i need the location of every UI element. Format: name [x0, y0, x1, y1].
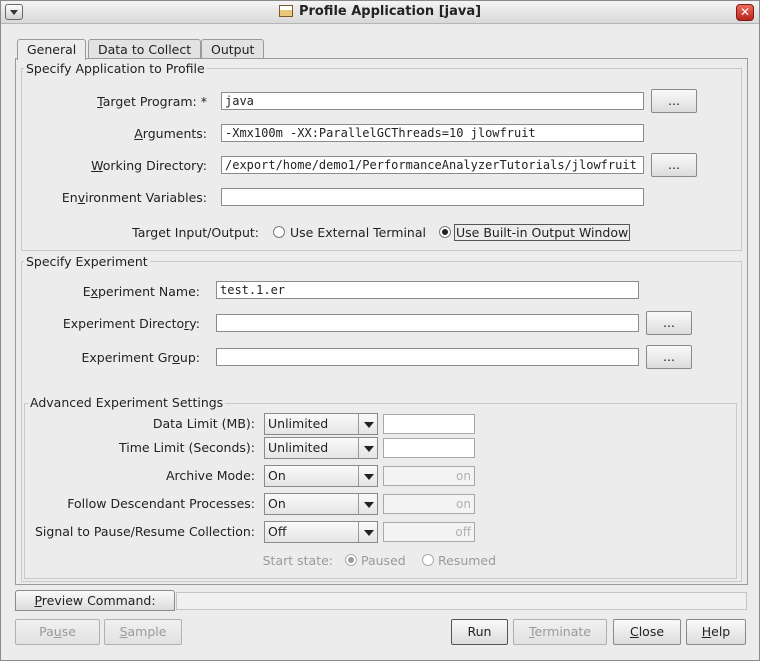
experiment-directory-input[interactable]: [216, 314, 639, 332]
tab-data-to-collect[interactable]: Data to Collect: [88, 39, 202, 59]
experiment-group-title: Specify Experiment: [24, 254, 150, 269]
browse-experiment-group-button[interactable]: ...: [646, 345, 692, 369]
working-directory-input[interactable]: /export/home/demo1/PerformanceAnalyzerTu…: [221, 156, 644, 174]
experiment-group-input[interactable]: [216, 348, 639, 366]
start-resumed-label: Resumed: [438, 553, 497, 568]
browse-working-directory-button[interactable]: ...: [651, 153, 697, 177]
environment-variables-label: Environment Variables:: [61, 190, 207, 205]
window-title: Profile Application [java]: [1, 4, 759, 19]
start-state-label: Start state:: [262, 553, 333, 568]
follow-descendants-input: on: [383, 494, 475, 514]
time-limit-select[interactable]: Unlimited: [264, 437, 378, 459]
use-builtin-output-window-label[interactable]: Use Built-in Output Window: [454, 224, 631, 241]
advanced-settings-title: Advanced Experiment Settings: [28, 395, 226, 410]
experiment-directory-label: Experiment Directory:: [62, 316, 200, 331]
experiment-name-input[interactable]: test.1.er: [216, 281, 639, 299]
environment-variables-input[interactable]: [221, 188, 644, 206]
arguments-input[interactable]: -Xmx100m -XX:ParallelGCThreads=10 jlowfr…: [221, 124, 644, 142]
browse-target-program-button[interactable]: ...: [651, 89, 697, 113]
time-limit-label: Time Limit (Seconds):: [118, 440, 255, 455]
application-group-title: Specify Application to Profile: [24, 61, 207, 76]
tab-output[interactable]: Output: [201, 39, 265, 59]
start-paused-radio: [345, 554, 357, 566]
use-external-terminal-label[interactable]: Use External Terminal: [290, 225, 426, 240]
working-directory-label: Working Directory:: [91, 158, 207, 173]
follow-descendants-label: Follow Descendant Processes:: [67, 496, 255, 511]
signal-pause-resume-label: Signal to Pause/Resume Collection:: [35, 524, 255, 539]
archive-mode-label: Archive Mode:: [165, 468, 255, 483]
follow-descendants-value: On: [268, 496, 286, 511]
time-limit-input[interactable]: [383, 438, 475, 458]
preview-command-button[interactable]: Preview Command:: [15, 590, 175, 611]
use-external-terminal-radio[interactable]: [273, 226, 285, 238]
start-paused-label: Paused: [361, 553, 406, 568]
data-limit-value: Unlimited: [268, 416, 329, 431]
data-limit-input[interactable]: [383, 414, 475, 434]
close-window-icon[interactable]: ✕: [736, 4, 754, 21]
application-icon: [278, 5, 293, 17]
signal-pause-resume-value: Off: [268, 524, 287, 539]
profile-application-dialog: Profile Application [java] ✕ General Dat…: [0, 0, 760, 661]
experiment-group-label: Experiment Group:: [81, 350, 200, 365]
window-title-text: Profile Application [java]: [298, 4, 482, 19]
tab-general[interactable]: General: [17, 39, 87, 60]
start-resumed-radio: [422, 554, 434, 566]
pause-button[interactable]: Pause: [15, 619, 100, 645]
data-limit-select[interactable]: Unlimited: [264, 413, 378, 435]
chevron-down-icon: [358, 414, 377, 434]
terminate-button[interactable]: Terminate: [513, 619, 607, 645]
close-button[interactable]: Close: [613, 619, 681, 645]
target-io-label: Target Input/Output:: [132, 225, 259, 240]
experiment-name-label: Experiment Name:: [82, 284, 200, 299]
run-button[interactable]: Run: [451, 619, 508, 645]
sample-button[interactable]: Sample: [104, 619, 182, 645]
preview-command-output: [176, 592, 747, 610]
signal-pause-resume-select[interactable]: Off: [264, 521, 378, 543]
target-program-label: Target Program: *: [97, 94, 207, 109]
signal-pause-resume-input: off: [383, 522, 475, 542]
general-tab-panel: Specify Application to Profile Target Pr…: [15, 58, 748, 585]
browse-experiment-directory-button[interactable]: ...: [646, 311, 692, 335]
archive-mode-select[interactable]: On: [264, 465, 378, 487]
chevron-down-icon: [358, 522, 377, 542]
use-builtin-output-window-radio[interactable]: [439, 226, 451, 238]
chevron-down-icon: [358, 494, 377, 514]
chevron-down-icon: [358, 466, 377, 486]
archive-mode-input: on: [383, 466, 475, 486]
chevron-down-icon: [358, 438, 377, 458]
archive-mode-value: On: [268, 468, 286, 483]
time-limit-value: Unlimited: [268, 440, 329, 455]
target-program-input[interactable]: java: [221, 92, 644, 110]
help-button[interactable]: Help: [686, 619, 746, 645]
title-bar: Profile Application [java] ✕: [1, 1, 759, 24]
follow-descendants-select[interactable]: On: [264, 493, 378, 515]
data-limit-label: Data Limit (MB):: [152, 416, 255, 431]
arguments-label: Arguments:: [134, 126, 207, 141]
